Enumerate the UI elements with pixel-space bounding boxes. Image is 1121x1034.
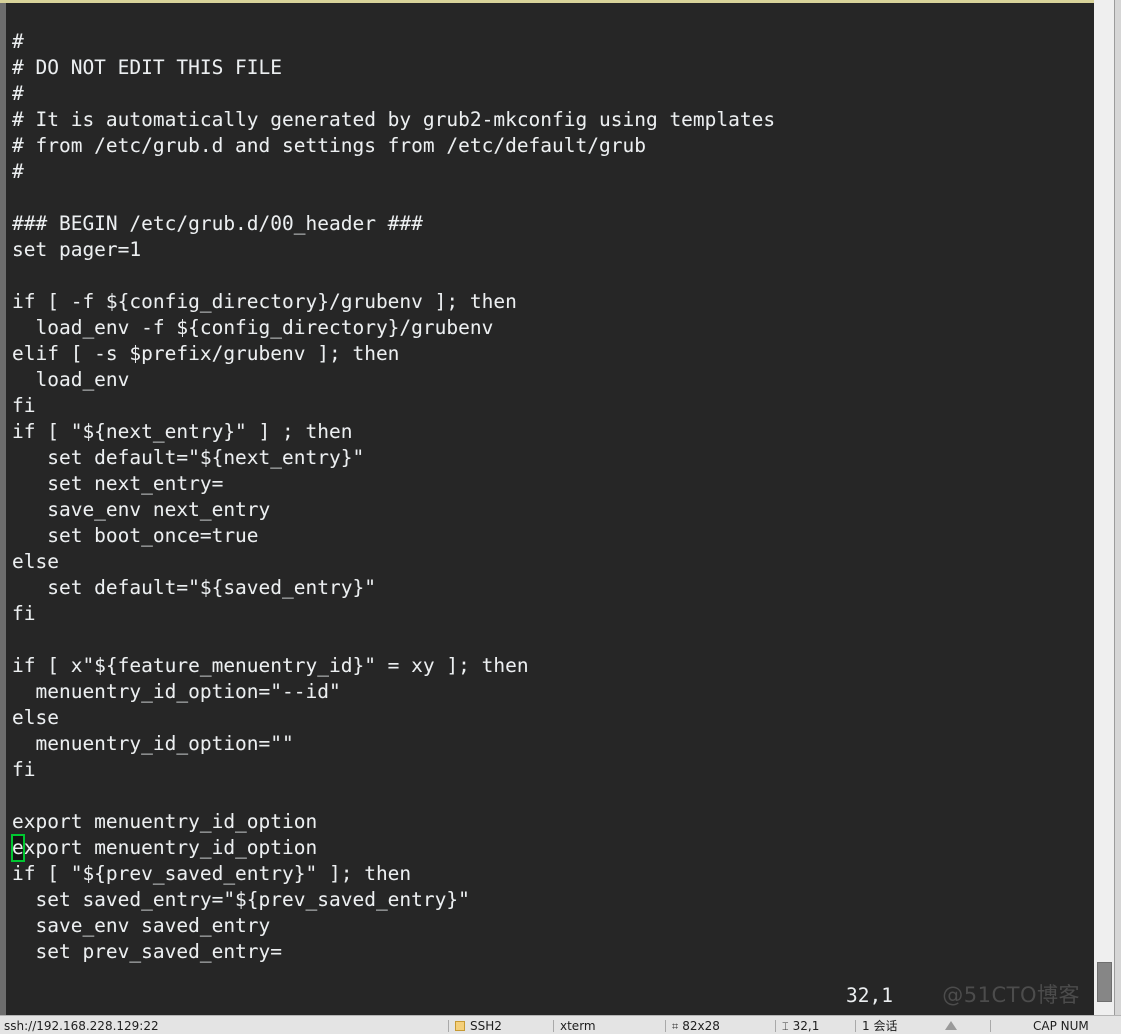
terminal-line: elif [ -s $prefix/grubenv ]; then [12,342,400,365]
terminal-scrollbar-thumb[interactable] [1097,962,1112,1002]
terminal-line-text: xport menuentry_id_option [23,836,318,859]
terminal-line: # [12,30,24,53]
watermark: @51CTO博客 [942,983,1080,1007]
cursor-position-icon: ⌶ [782,1020,789,1033]
status-size-cell: ⌗ 82x28 [672,1019,720,1034]
terminal-line: ### BEGIN /etc/grub.d/00_header ### [12,212,423,235]
terminal-scrollbar-track[interactable] [1094,0,1115,1015]
status-divider [553,1020,554,1032]
status-caps-num-indicator: CAP NUM [1033,1019,1089,1033]
terminal-line: fi [12,394,36,417]
terminal-top-rule [0,0,1094,3]
terminal-line: save_env saved_entry [12,914,271,937]
terminal-line: set default="${next_entry}" [12,446,365,469]
status-terminal-type: xterm [560,1019,596,1033]
terminal-line: load_env -f ${config_directory}/grubenv [12,316,494,339]
terminal-line: if [ "${prev_saved_entry}" ]; then [12,862,412,885]
status-host: ssh://192.168.228.129:22 [4,1019,159,1033]
window-right-edge [1115,0,1121,1015]
terminal-line: set default="${saved_entry}" [12,576,376,599]
terminal-line: if [ x"${feature_menuentry_id}" = xy ]; … [12,654,529,677]
status-cursor-label: 32,1 [792,1019,820,1033]
status-session-count: 1 会话 [862,1019,898,1033]
client-status-bar: ssh://192.168.228.129:22 SSH2 xterm ⌗ 82x… [0,1015,1121,1034]
status-protocol-cell: SSH2 [455,1019,502,1033]
terminal-line: set saved_entry="${prev_saved_entry}" [12,888,470,911]
terminal-line: menuentry_id_option="" [12,732,294,755]
terminal-line: # from /etc/grub.d and settings from /et… [12,134,646,157]
terminal-line: # DO NOT EDIT THIS FILE [12,56,283,79]
terminal-line: menuentry_id_option="--id" [12,680,341,703]
terminal-line: # [12,160,24,183]
terminal-pane[interactable]: # # DO NOT EDIT THIS FILE # # It is automat… [0,3,1094,1015]
lock-icon [455,1021,465,1031]
terminal-line: if [ -f ${config_directory}/grubenv ]; t… [12,290,517,313]
terminal-line: fi [12,602,36,625]
terminal-line: fi [12,758,36,781]
status-divider [775,1020,776,1032]
vim-status-line: 32,1 Top [6,951,1094,1015]
terminal-line: set next_entry= [12,472,224,495]
terminal-text-screen[interactable]: # # DO NOT EDIT THIS FILE # # It is automat… [6,3,1094,1015]
status-divider [990,1020,991,1032]
terminal-line: set pager=1 [12,238,142,261]
terminal-line: export menuentry_id_option [12,810,318,833]
terminal-line: save_env next_entry [12,498,271,521]
terminal-line: export menuentry_id_option [11,834,1094,862]
status-divider [855,1020,856,1032]
terminal-line: else [12,706,59,729]
status-divider [448,1020,449,1032]
status-divider [665,1020,666,1032]
status-protocol-label: SSH2 [470,1019,502,1033]
terminal-line: load_env [12,368,130,391]
text-cursor: e [11,834,25,862]
chevron-up-icon[interactable] [945,1021,957,1030]
vim-ruler-position: 32,1 [846,984,893,1007]
terminal-line: # [12,82,24,105]
terminal-line: set boot_once=true [12,524,259,547]
terminal-line: else [12,550,59,573]
ssh-client-window: # # DO NOT EDIT THIS FILE # # It is automat… [0,0,1121,1034]
resize-icon: ⌗ [672,1020,679,1033]
terminal-line: if [ "${next_entry}" ] ; then [12,420,353,443]
terminal-line: # It is automatically generated by grub2… [12,108,776,131]
status-cursor-cell: ⌶ 32,1 [782,1019,819,1034]
status-size-label: 82x28 [682,1019,720,1033]
